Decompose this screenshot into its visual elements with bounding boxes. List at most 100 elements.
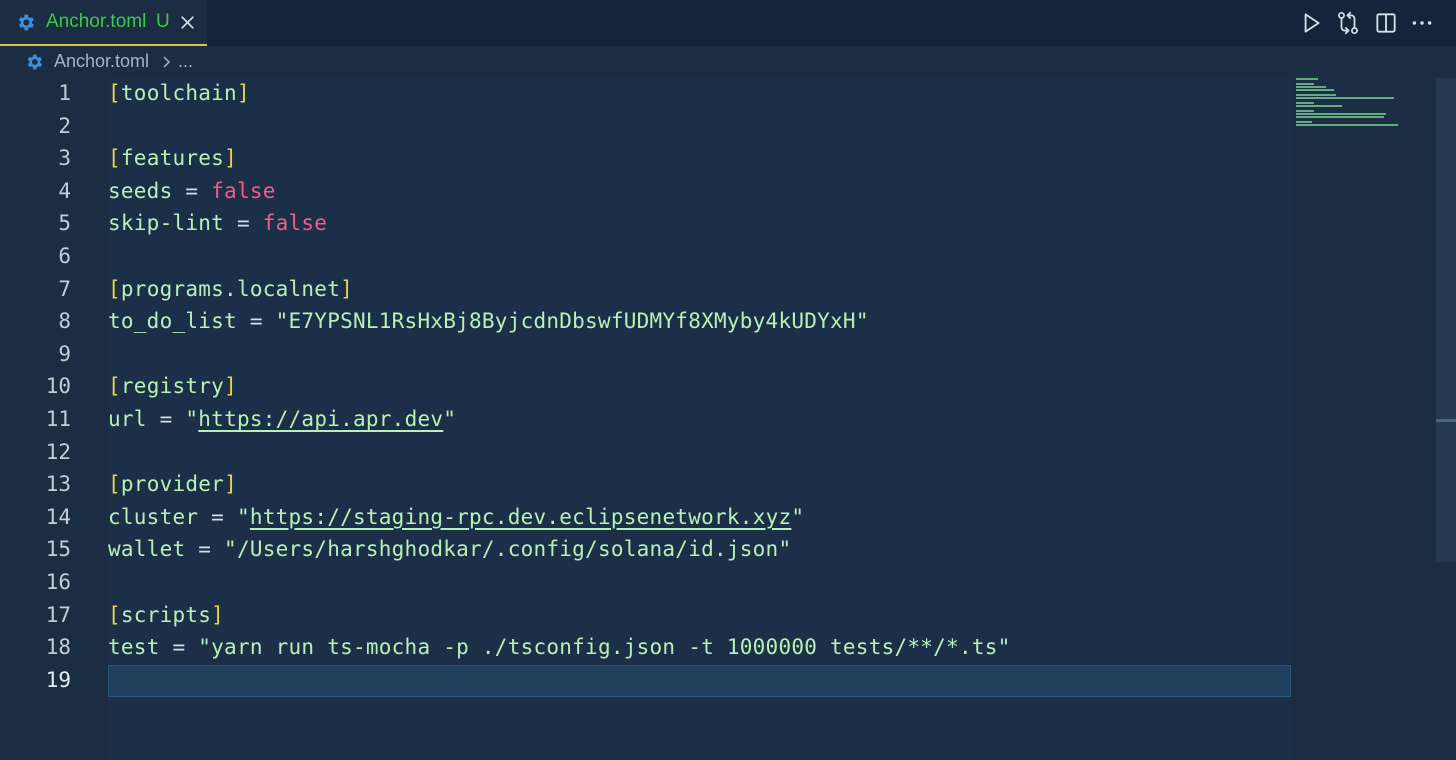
code-token-bracket: [ [108, 472, 121, 497]
breadcrumb-symbols[interactable]: ... [178, 51, 193, 72]
code-token-key: seeds [108, 178, 173, 203]
code-token-op: = [236, 309, 276, 334]
code-token-op: = [146, 407, 186, 431]
tab-filename: Anchor.toml [46, 11, 147, 32]
code-token-bool: false [211, 178, 276, 203]
code-token-section: provider [120, 472, 225, 497]
code-line[interactable]: 16 [0, 567, 1292, 600]
line-code: [scripts] [108, 603, 224, 627]
line-number: 10 [45, 374, 71, 399]
code-token-section: features [120, 146, 225, 171]
line-code: cluster = "https://staging-rpc.dev.eclip… [108, 505, 804, 529]
line-code: [toolchain] [108, 81, 250, 105]
code-token-op: = [159, 635, 199, 660]
code-token-str: "/Users/harshghodkar/.config/solana/id.j… [224, 537, 792, 562]
code-line[interactable]: 15 wallet = "/Users/harshghodkar/.config/… [0, 534, 1292, 567]
breadcrumb-file[interactable]: Anchor.toml [54, 51, 149, 72]
code-token-key: cluster [108, 504, 199, 529]
code-line[interactable]: 13 [provider] [0, 469, 1292, 502]
code-token-bracket: [ [108, 81, 121, 105]
code-token-section: programs.localnet [120, 276, 341, 301]
line-number: 7 [58, 276, 71, 301]
gear-icon [27, 54, 42, 70]
code-line[interactable]: 6 [0, 241, 1292, 274]
code-token-url[interactable]: https://staging-rpc.dev.eclipsenetwork.x… [250, 505, 792, 529]
line-code: skip-lint = false [108, 211, 327, 235]
line-number: 17 [45, 602, 71, 627]
line-code: url = "https://api.apr.dev" [108, 407, 456, 431]
code-token-str: " [443, 407, 457, 431]
line-code: seeds = false [108, 179, 276, 203]
code-token-str: " [791, 504, 805, 529]
close-icon[interactable] [179, 14, 196, 31]
git-status-badge: U [156, 11, 170, 32]
code-line[interactable]: 1 [toolchain] [0, 78, 1292, 111]
line-number: 11 [45, 407, 71, 431]
code-line[interactable]: 14 cluster = "https://staging-rpc.dev.ecl… [0, 502, 1292, 535]
code-token-str: "E7YPSNL1RsHxBj8ByjcdnDbswfUDMYf8XMyby4k… [275, 309, 869, 334]
code-token-bracket: [ [108, 374, 121, 399]
code-token-bool: false [262, 211, 328, 236]
line-number: 16 [45, 570, 71, 594]
code-line[interactable]: 3 [features] [0, 143, 1292, 176]
code-token-section: registry [120, 374, 225, 399]
line-number: 5 [58, 211, 71, 236]
split-editor-icon[interactable] [1373, 10, 1399, 36]
line-code: [features] [108, 146, 237, 170]
scrollbar-marker [1436, 419, 1456, 422]
code-line[interactable]: 2 [0, 111, 1292, 144]
code-line[interactable]: 4 seeds = false [0, 176, 1292, 209]
code-token-bracket: ] [211, 602, 225, 627]
code-token-key: to_do_list [108, 309, 237, 334]
line-number: 1 [58, 81, 71, 105]
code-token-bracket: ] [224, 374, 237, 399]
code-token-str: " [236, 504, 250, 529]
code-line[interactable]: 5 skip-lint = false [0, 208, 1292, 241]
breadcrumb: Anchor.toml ... [0, 46, 1456, 78]
code-token-key: url [108, 407, 147, 431]
compare-changes-icon[interactable] [1335, 10, 1361, 36]
code-line[interactable]: 17 [scripts] [0, 600, 1292, 633]
code-token-key: test [108, 635, 160, 660]
line-code: to_do_list = "E7YPSNL1RsHxBj8ByjcdnDbswf… [108, 309, 869, 333]
code-line[interactable]: 9 [0, 339, 1292, 372]
chevron-right-icon [163, 56, 171, 68]
line-code: [programs.localnet] [108, 277, 353, 301]
code-token-bracket: ] [340, 276, 353, 301]
code-line[interactable]: 7 [programs.localnet] [0, 274, 1292, 307]
vertical-scrollbar[interactable] [1436, 78, 1456, 760]
code-token-str: " [185, 407, 199, 431]
line-number: 9 [58, 341, 71, 366]
line-number: 19 [45, 667, 71, 692]
code-token-op: = [198, 504, 237, 529]
line-number: 6 [58, 244, 71, 268]
code-line[interactable]: 10 [registry] [0, 371, 1292, 404]
more-actions-icon[interactable] [1409, 10, 1435, 36]
code-line[interactable]: 19 [0, 664, 1292, 698]
line-number: 3 [58, 146, 71, 171]
code-line[interactable]: 12 [0, 437, 1292, 470]
code-line[interactable]: 11 url = "https://api.apr.dev" [0, 404, 1292, 437]
code-line[interactable]: 8 to_do_list = "E7YPSNL1RsHxBj8ByjcdnDbsw… [0, 306, 1292, 339]
line-number: 18 [45, 635, 71, 660]
scrollbar-thumb[interactable] [1436, 78, 1456, 562]
code-token-key: skip-lint [108, 211, 225, 236]
code-token-str: "yarn run ts-mocha -p ./tsconfig.json -t… [198, 635, 1011, 660]
code-line[interactable]: 18 test = "yarn run ts-mocha -p ./tsconfi… [0, 632, 1292, 665]
code-token-bracket: [ [108, 602, 121, 627]
gear-icon [18, 14, 34, 31]
code-token-bracket: ] [236, 81, 250, 105]
line-number: 13 [45, 472, 71, 497]
run-icon[interactable] [1298, 10, 1324, 36]
code-token-bracket: [ [108, 276, 121, 301]
code-editor[interactable]: 1 [toolchain] 2 3 [features] 4 seeds = false 5 s… [0, 78, 1456, 760]
tab-anchor-toml[interactable]: Anchor.toml U [0, 0, 207, 46]
code-token-op: = [224, 211, 263, 236]
line-number: 4 [58, 178, 71, 203]
line-code: test = "yarn run ts-mocha -p ./tsconfig.… [108, 635, 1011, 659]
code-token-bracket: ] [224, 472, 237, 497]
minimap[interactable] [1296, 78, 1426, 138]
current-line-highlight [108, 664, 1291, 697]
code-token-url[interactable]: https://api.apr.dev [198, 407, 443, 431]
code-token-op: = [185, 537, 225, 562]
